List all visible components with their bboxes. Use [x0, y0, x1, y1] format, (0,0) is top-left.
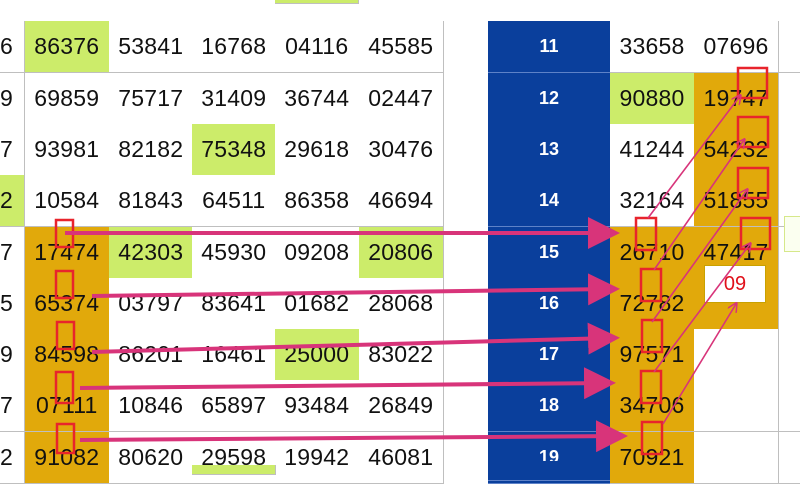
- number-cell: 09208: [275, 227, 360, 279]
- number-cell: 75348: [192, 124, 277, 176]
- row-number-label: 15: [488, 227, 610, 279]
- number-cell: 04116: [275, 21, 360, 73]
- partial-cell: 97: [0, 124, 25, 176]
- partial-cell: 97: [0, 380, 25, 432]
- number-cell: 83022: [359, 329, 444, 381]
- number-cell: 83641: [192, 278, 277, 330]
- number-cell: 20806: [359, 227, 444, 279]
- row-number-label: [488, 461, 610, 481]
- number-cell: 36744: [275, 73, 360, 125]
- number-cell: 64511: [192, 175, 277, 227]
- number-cell: 29598: [192, 432, 277, 484]
- number-cell: 42303: [109, 227, 194, 279]
- partial-cell: 69: [0, 73, 25, 125]
- highlight-sliver: [275, 0, 359, 4]
- number-cell: 19747: [694, 73, 779, 125]
- number-cell: 28068: [359, 278, 444, 330]
- number-cell: 97571: [610, 329, 695, 381]
- number-cell: 80620: [109, 432, 194, 484]
- row-number-label: 12: [488, 73, 610, 125]
- number-cell: 34706: [610, 380, 695, 432]
- number-cell: 46694: [359, 175, 444, 227]
- number-cell: 51855: [694, 175, 779, 227]
- number-cell: 31409: [192, 73, 277, 125]
- partial-cell: 55: [0, 278, 25, 330]
- number-cell: 02447: [359, 73, 444, 125]
- row-number-label: 13: [488, 124, 610, 176]
- number-cell: 86358: [275, 175, 360, 227]
- partial-cell: [779, 329, 800, 381]
- number-cell: 16768: [192, 21, 277, 73]
- number-cell: 90880: [610, 73, 695, 125]
- number-cell: 82182: [109, 124, 194, 176]
- number-cell: 10584: [25, 175, 110, 227]
- number-cell: 17474: [25, 227, 110, 279]
- number-cell: [694, 380, 779, 432]
- number-cell: 32164: [610, 175, 695, 227]
- number-cell: 10846: [109, 380, 194, 432]
- number-cell: 03797: [109, 278, 194, 330]
- number-cell: 86201: [109, 329, 194, 381]
- number-cell: 29618: [275, 124, 360, 176]
- number-cell: 65897: [192, 380, 277, 432]
- row-number-label: 11: [488, 21, 610, 73]
- row-number-label: 17: [488, 329, 610, 381]
- number-cell: 33658: [610, 21, 695, 73]
- number-cell: 65374: [25, 278, 110, 330]
- number-cell: 72782: [610, 278, 695, 330]
- number-cell: 41244: [610, 124, 695, 176]
- row-number-label: 14: [488, 175, 610, 227]
- partial-cell: [779, 380, 800, 432]
- lottery-result-grid: 6686376538411676804116455856969859757173…: [0, 0, 800, 484]
- partial-cell: [779, 124, 800, 176]
- number-cell: 19942: [275, 432, 360, 484]
- number-cell: 54232: [694, 124, 779, 176]
- number-cell: 91082: [25, 432, 110, 484]
- number-cell: 25000: [275, 329, 360, 381]
- predicted-number-box: 09: [704, 265, 766, 303]
- row-number-label: 18: [488, 380, 610, 432]
- number-cell: 81843: [109, 175, 194, 227]
- partial-cell: 66: [0, 21, 25, 73]
- number-cell: 01682: [275, 278, 360, 330]
- number-cell: 93981: [25, 124, 110, 176]
- number-cell: 46081: [359, 432, 444, 484]
- partial-cell: [784, 216, 800, 252]
- number-cell: 70921: [610, 432, 695, 484]
- number-cell: 45585: [359, 21, 444, 73]
- partial-cell: 92: [0, 175, 25, 227]
- number-cell: 84598: [25, 329, 110, 381]
- number-cell: 45930: [192, 227, 277, 279]
- number-cell: 69859: [25, 73, 110, 125]
- number-cell: [694, 329, 779, 381]
- number-cell: [694, 432, 779, 484]
- number-cell: 93484: [275, 380, 360, 432]
- partial-cell: [779, 432, 800, 484]
- number-cell: 53841: [109, 21, 194, 73]
- highlight-sliver: [192, 465, 276, 475]
- partial-cell: [779, 21, 800, 73]
- partial-cell: 97: [0, 227, 25, 279]
- partial-cell: [779, 278, 800, 330]
- partial-cell: 92: [0, 432, 25, 484]
- partial-cell: [779, 73, 800, 125]
- number-cell: 86376: [25, 21, 110, 73]
- number-cell: 26849: [359, 380, 444, 432]
- number-cell: 16461: [192, 329, 277, 381]
- row-number-label: 16: [488, 278, 610, 330]
- number-cell: 26710: [610, 227, 695, 279]
- number-cell: 07111: [25, 380, 110, 432]
- partial-cell: 99: [0, 329, 25, 381]
- number-cell: 07696: [694, 21, 779, 73]
- number-cell: 30476: [359, 124, 444, 176]
- number-cell: 75717: [109, 73, 194, 125]
